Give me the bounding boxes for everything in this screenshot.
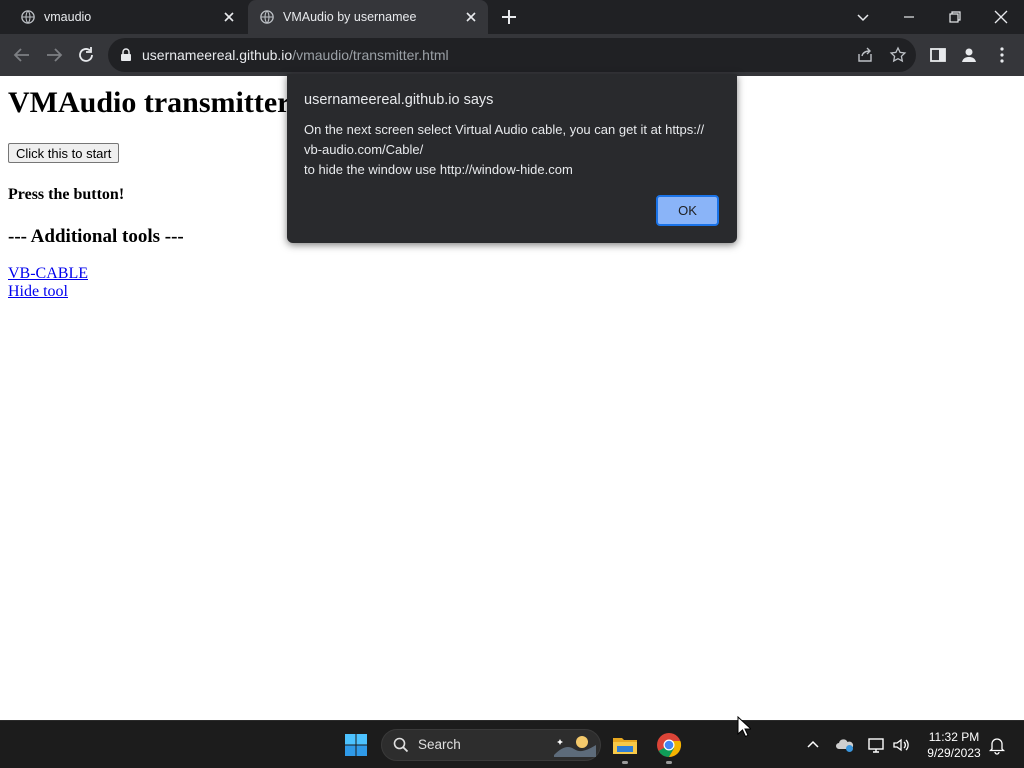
mouse-cursor-icon: [737, 716, 751, 738]
share-icon[interactable]: [856, 46, 874, 64]
file-explorer-icon[interactable]: [612, 732, 638, 758]
running-indicator: [666, 761, 672, 764]
dialog-message: On the next screen select Virtual Audio …: [304, 120, 724, 180]
more-menu-icon[interactable]: [991, 44, 1013, 66]
back-arrow-icon[interactable]: [11, 44, 33, 66]
additional-tools-heading: --- Additional tools ---: [8, 226, 184, 247]
taskbar: Search 11:32 PM 9/29/2023: [0, 720, 1024, 768]
notifications-bell-icon[interactable]: [987, 735, 1007, 755]
close-tab-icon[interactable]: [220, 8, 238, 26]
running-indicator: [622, 761, 628, 764]
close-window-icon[interactable]: [990, 6, 1012, 28]
globe-icon: [21, 10, 35, 24]
tab-vmaudio-by-usernamee[interactable]: VMAudio by usernamee: [248, 0, 488, 34]
volume-icon[interactable]: [891, 735, 911, 755]
forward-arrow-icon[interactable]: [43, 44, 65, 66]
restore-icon[interactable]: [944, 6, 966, 28]
tab-strip: vmaudio VMAudio by usernamee: [0, 0, 1024, 34]
search-highlight-art-icon: [554, 736, 596, 757]
reload-icon[interactable]: [75, 44, 97, 66]
taskbar-search[interactable]: Search: [381, 729, 601, 761]
url-host: usernameereal.github.io: [142, 47, 293, 63]
lock-icon[interactable]: [119, 48, 133, 62]
status-text: Press the button!: [8, 186, 125, 203]
network-icon[interactable]: [866, 735, 886, 755]
vb-cable-link[interactable]: VB-CABLE: [8, 265, 88, 283]
clock-time: 11:32 PM: [928, 730, 980, 744]
show-hidden-icons-chevron-icon[interactable]: [803, 735, 823, 755]
page-heading: VMAudio transmitter: [8, 86, 291, 119]
dialog-message-line: to hide the window use http://window-hid…: [304, 162, 573, 177]
windows-start-icon[interactable]: [344, 733, 368, 757]
profile-icon[interactable]: [958, 44, 980, 66]
search-icon: [393, 737, 409, 753]
url-text[interactable]: usernameereal.github.io/vmaudio/transmit…: [142, 47, 449, 63]
dialog-message-line: On the next screen select Virtual Audio …: [304, 122, 705, 137]
tab-vmaudio[interactable]: vmaudio: [0, 0, 246, 34]
address-bar[interactable]: usernameereal.github.io/vmaudio/transmit…: [108, 38, 916, 72]
close-tab-icon[interactable]: [462, 8, 480, 26]
minimize-icon[interactable]: [898, 6, 920, 28]
tab-title: VMAudio by usernamee: [283, 10, 417, 24]
start-button[interactable]: Click this to start: [8, 143, 120, 163]
dialog-title: usernameereal.github.io says: [304, 92, 494, 108]
browser-toolbar: usernameereal.github.io/vmaudio/transmit…: [0, 34, 1024, 76]
ok-button[interactable]: OK: [656, 195, 719, 226]
tab-title: vmaudio: [44, 10, 92, 24]
url-path: /vmaudio/transmitter.html: [292, 47, 449, 63]
clock-date: 9/29/2023: [927, 746, 981, 760]
bookmark-star-icon[interactable]: [889, 46, 907, 64]
search-label: Search: [418, 737, 461, 752]
alert-dialog: usernameereal.github.io says On the next…: [287, 74, 737, 243]
chrome-icon[interactable]: [656, 732, 682, 758]
tab-search-chevron-icon[interactable]: [852, 6, 874, 28]
onedrive-icon[interactable]: [835, 735, 855, 755]
taskbar-clock[interactable]: 11:32 PM 9/29/2023: [916, 729, 992, 761]
side-panel-icon[interactable]: [927, 44, 949, 66]
dialog-message-line: vb-audio.com/Cable/: [304, 142, 424, 157]
hide-tool-link[interactable]: Hide tool: [8, 283, 68, 301]
globe-icon: [260, 10, 274, 24]
new-tab-plus-icon[interactable]: [500, 8, 518, 26]
